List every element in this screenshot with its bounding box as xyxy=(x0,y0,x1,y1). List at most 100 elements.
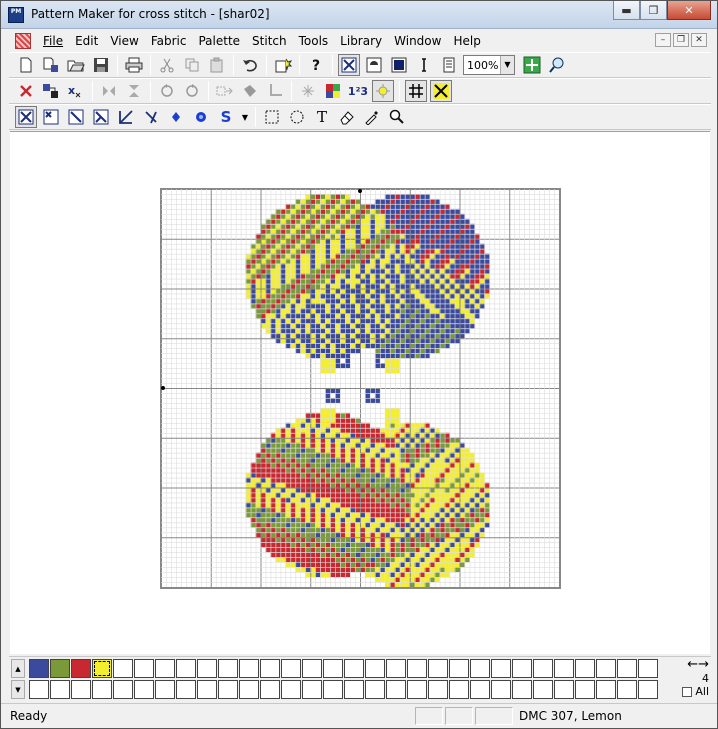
menu-window[interactable]: Window xyxy=(388,34,447,48)
straight-stitch-icon[interactable] xyxy=(140,106,162,128)
move-icon[interactable] xyxy=(40,80,62,102)
palette-empty-slot[interactable] xyxy=(71,680,91,699)
help-icon[interactable]: ? xyxy=(305,54,327,76)
palette-empty-slot[interactable] xyxy=(113,659,133,678)
palette-scroll-up[interactable]: ▲ xyxy=(11,659,25,678)
palette-empty-slot[interactable] xyxy=(113,680,133,699)
palette-empty-slot[interactable] xyxy=(575,680,595,699)
palette-empty-slot[interactable] xyxy=(554,659,574,678)
french-knot-icon[interactable] xyxy=(165,106,187,128)
palette-empty-slot[interactable] xyxy=(197,680,217,699)
palette-empty-slot[interactable] xyxy=(134,659,154,678)
doc-restore-button[interactable]: ❐ xyxy=(673,33,689,47)
numbers-icon[interactable]: 1²3 xyxy=(347,80,369,102)
palette-empty-slot[interactable] xyxy=(407,659,427,678)
palette-empty-slot[interactable] xyxy=(323,659,343,678)
zoom-fit-icon[interactable] xyxy=(521,54,543,76)
new-icon[interactable] xyxy=(15,54,37,76)
maximize-button[interactable]: ❐ xyxy=(640,1,667,20)
eraser-icon[interactable] xyxy=(336,106,358,128)
pattern-canvas[interactable] xyxy=(10,131,710,654)
palette-empty-slot[interactable] xyxy=(344,659,364,678)
open-icon[interactable] xyxy=(65,54,87,76)
palette-empty-slot[interactable] xyxy=(638,680,658,699)
palette-empty-slot[interactable] xyxy=(449,659,469,678)
palette-empty-slot[interactable] xyxy=(281,680,301,699)
menu-fabric[interactable]: Fabric xyxy=(145,34,193,48)
palette-icon[interactable] xyxy=(322,80,344,102)
palette-empty-slot[interactable] xyxy=(50,680,70,699)
text-tool-icon[interactable]: T xyxy=(311,106,333,128)
palette-empty-slot[interactable] xyxy=(365,659,385,678)
color-picker-icon[interactable] xyxy=(361,106,383,128)
palette-empty-slot[interactable] xyxy=(260,680,280,699)
menu-stitch[interactable]: Stitch xyxy=(246,34,293,48)
palette-arrows-icon[interactable]: ←→ xyxy=(669,657,709,672)
palette-empty-slot[interactable] xyxy=(638,659,658,678)
flip-vertical-icon[interactable] xyxy=(123,80,145,102)
palette-empty-slot[interactable] xyxy=(281,659,301,678)
palette-empty-slot[interactable] xyxy=(302,659,322,678)
show-stitches-icon[interactable] xyxy=(430,80,452,102)
palette-empty-slot[interactable] xyxy=(29,680,49,699)
sparkle-icon[interactable] xyxy=(372,80,394,102)
palette-empty-slot[interactable] xyxy=(92,680,112,699)
palette-empty-slot[interactable] xyxy=(491,680,511,699)
copy-new-icon[interactable] xyxy=(40,54,62,76)
palette-empty-slot[interactable] xyxy=(470,680,490,699)
fill-icon[interactable] xyxy=(239,80,261,102)
paste-special-icon[interactable] xyxy=(272,54,294,76)
menu-library[interactable]: Library xyxy=(334,34,388,48)
grid-icon[interactable] xyxy=(405,80,427,102)
palette-empty-slot[interactable] xyxy=(365,680,385,699)
title-bar[interactable]: PM Pattern Maker for cross stitch - [sha… xyxy=(1,1,717,29)
backstitch-icon[interactable] xyxy=(115,106,137,128)
palette-swatch[interactable] xyxy=(50,659,70,678)
save-icon[interactable] xyxy=(90,54,112,76)
chevron-down-icon[interactable]: ▼ xyxy=(240,106,250,128)
palette-empty-slot[interactable] xyxy=(197,659,217,678)
palette-empty-slot[interactable] xyxy=(260,659,280,678)
palette-empty-slot[interactable] xyxy=(512,659,532,678)
undo-icon[interactable] xyxy=(239,54,261,76)
three-quarter-stitch-icon[interactable] xyxy=(90,106,112,128)
doc-minimize-button[interactable]: – xyxy=(655,33,671,47)
palette-empty-slot[interactable] xyxy=(407,680,427,699)
palette-empty-slot[interactable] xyxy=(218,680,238,699)
pattern-info-icon[interactable] xyxy=(438,54,460,76)
palette-empty-slot[interactable] xyxy=(302,680,322,699)
palette-empty-slot[interactable] xyxy=(596,680,616,699)
menu-edit[interactable]: Edit xyxy=(69,34,104,48)
rotate-right-icon[interactable] xyxy=(181,80,203,102)
zoom-tool-icon[interactable] xyxy=(546,54,568,76)
palette-empty-slot[interactable] xyxy=(386,659,406,678)
close-button[interactable]: ✕ xyxy=(667,1,711,20)
bead-icon[interactable] xyxy=(190,106,212,128)
palette-swatch[interactable] xyxy=(71,659,91,678)
menu-tools[interactable]: Tools xyxy=(293,34,335,48)
palette-empty-slot[interactable] xyxy=(155,680,175,699)
print-icon[interactable] xyxy=(123,54,145,76)
palette-scroll-down[interactable]: ▼ xyxy=(11,680,25,699)
palette-empty-slot[interactable] xyxy=(617,659,637,678)
full-stitch-view-icon[interactable] xyxy=(338,54,360,76)
menu-view[interactable]: View xyxy=(104,34,144,48)
flip-horizontal-icon[interactable] xyxy=(98,80,120,102)
menu-palette[interactable]: Palette xyxy=(192,34,246,48)
select-icon[interactable] xyxy=(297,80,319,102)
menu-file[interactable]: File xyxy=(37,34,69,48)
swap-color-icon[interactable]: x xyxy=(65,80,87,102)
crop-icon[interactable] xyxy=(264,80,286,102)
rotate-left-icon[interactable] xyxy=(156,80,178,102)
minimize-button[interactable]: ▬ xyxy=(613,1,640,20)
chevron-down-icon[interactable]: ▼ xyxy=(500,56,514,74)
cut-icon[interactable] xyxy=(156,54,178,76)
palette-empty-slot[interactable] xyxy=(575,659,595,678)
palette-empty-slot[interactable] xyxy=(323,680,343,699)
palette-empty-slot[interactable] xyxy=(428,659,448,678)
palette-empty-slot[interactable] xyxy=(491,659,511,678)
quarter-stitch-icon[interactable] xyxy=(40,106,62,128)
rectangle-select-icon[interactable] xyxy=(261,106,283,128)
palette-empty-slot[interactable] xyxy=(155,659,175,678)
palette-empty-slot[interactable] xyxy=(176,680,196,699)
